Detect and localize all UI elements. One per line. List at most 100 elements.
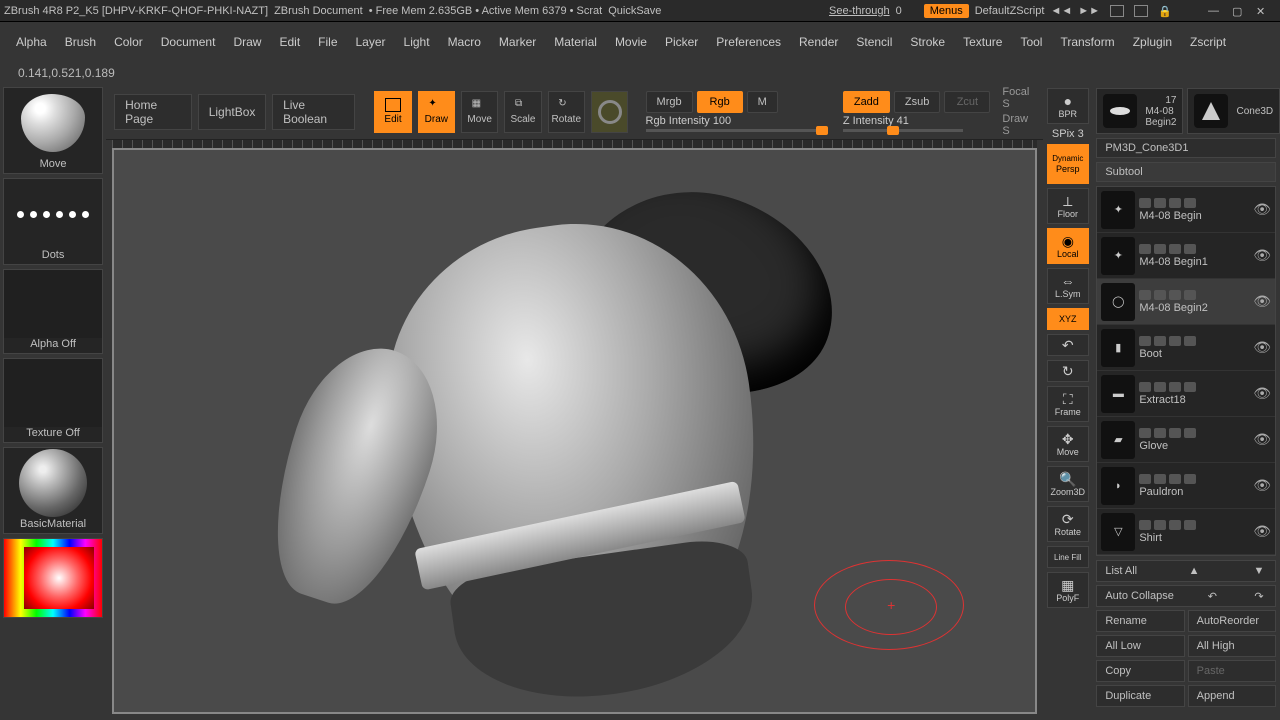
menu-material[interactable]: Material	[554, 32, 597, 52]
lsym-button[interactable]: ⇔L.Sym	[1047, 268, 1089, 304]
tool-slot-2[interactable]: Cone3D	[1187, 88, 1280, 134]
subtool-row[interactable]: ◗Pauldron👁	[1097, 463, 1275, 509]
eye-icon[interactable]: 👁	[1253, 523, 1271, 540]
subtool-mode-icons[interactable]	[1139, 336, 1249, 346]
layout-icon[interactable]	[1110, 5, 1124, 17]
append-button[interactable]: Append	[1188, 685, 1276, 707]
quicksave-button[interactable]: QuickSave	[608, 5, 661, 17]
menu-light[interactable]: Light	[404, 32, 430, 52]
menu-document[interactable]: Document	[161, 32, 216, 52]
subtool-mode-icons[interactable]	[1139, 382, 1249, 392]
redo-icon[interactable]: ↷	[1251, 590, 1267, 603]
duplicate-button[interactable]: Duplicate	[1096, 685, 1184, 707]
move-view-button[interactable]: ✥Move	[1047, 426, 1089, 462]
subtool-mode-icons[interactable]	[1139, 428, 1249, 438]
nav-next-icon[interactable]: ►►	[1078, 5, 1100, 17]
zadd-button[interactable]: Zadd	[843, 91, 890, 113]
layout2-icon[interactable]	[1134, 5, 1148, 17]
edit-mode-button[interactable]: Edit	[374, 91, 411, 133]
eye-icon[interactable]: 👁	[1253, 247, 1271, 264]
subtool-row[interactable]: ◯M4-08 Begin2👁	[1097, 279, 1275, 325]
all-low-button[interactable]: All Low	[1096, 635, 1184, 657]
seethrough-value[interactable]: 0	[896, 5, 902, 17]
spix-label[interactable]: SPix 3	[1052, 128, 1084, 140]
material-preview[interactable]: BasicMaterial	[3, 447, 103, 534]
floor-button[interactable]: ⟂Floor	[1047, 188, 1089, 224]
nav-prev-icon[interactable]: ◄◄	[1050, 5, 1072, 17]
subtool-mode-icons[interactable]	[1139, 198, 1249, 208]
gizmo-button[interactable]	[591, 91, 628, 133]
eye-icon[interactable]: 👁	[1253, 201, 1271, 218]
auto-collapse-button[interactable]: Auto Collapse↶↷	[1096, 585, 1276, 607]
eye-icon[interactable]: 👁	[1253, 339, 1271, 356]
stroke-preview[interactable]: Dots	[3, 178, 103, 265]
subtool-row[interactable]: ▽Shirt👁	[1097, 509, 1275, 555]
copy-button[interactable]: Copy	[1096, 660, 1184, 682]
menu-preferences[interactable]: Preferences	[716, 32, 781, 52]
autoreorder-button[interactable]: AutoReorder	[1188, 610, 1276, 632]
eye-icon[interactable]: 👁	[1253, 385, 1271, 402]
menu-brush[interactable]: Brush	[65, 32, 96, 52]
draw-size-label[interactable]: Draw S	[1002, 113, 1035, 137]
tool-slot-1[interactable]: 17M4-08 Begin2	[1096, 88, 1183, 134]
maximize-icon[interactable]: ▢	[1232, 5, 1246, 17]
menu-edit[interactable]: Edit	[279, 32, 300, 52]
z-intensity-slider[interactable]	[843, 129, 963, 132]
move-mode-button[interactable]: ▦Move	[461, 91, 498, 133]
menu-layer[interactable]: Layer	[356, 32, 386, 52]
timeline-ruler[interactable]	[112, 140, 1037, 148]
lightbox-button[interactable]: LightBox	[198, 94, 266, 130]
draw-mode-button[interactable]: ✦Draw	[418, 91, 455, 133]
menu-movie[interactable]: Movie	[615, 32, 647, 52]
menu-picker[interactable]: Picker	[665, 32, 698, 52]
menu-texture[interactable]: Texture	[963, 32, 1002, 52]
eye-icon[interactable]: 👁	[1253, 431, 1271, 448]
rgb-button[interactable]: Rgb	[697, 91, 743, 113]
undo-icon[interactable]: ↶	[1204, 590, 1220, 603]
subtool-mode-icons[interactable]	[1139, 520, 1249, 530]
texture-preview[interactable]: Texture Off	[3, 358, 103, 443]
persp-button[interactable]: DynamicPersp	[1047, 144, 1089, 184]
lock-icon[interactable]: 🔒	[1158, 5, 1172, 17]
viewport[interactable]	[112, 148, 1037, 714]
rename-button[interactable]: Rename	[1096, 610, 1184, 632]
rgb-intensity-slider[interactable]	[646, 129, 826, 132]
zoom3d-button[interactable]: 🔍Zoom3D	[1047, 466, 1089, 502]
zsub-button[interactable]: Zsub	[894, 91, 940, 113]
menu-transform[interactable]: Transform	[1060, 32, 1114, 52]
linefill-button[interactable]: Line Fill	[1047, 546, 1089, 568]
menu-color[interactable]: Color	[114, 32, 143, 52]
subtool-mode-icons[interactable]	[1139, 290, 1249, 300]
arrow-down-icon[interactable]: ▼	[1251, 565, 1267, 577]
mrgb-button[interactable]: Mrgb	[646, 91, 693, 113]
frame-button[interactable]: ⛶Frame	[1047, 386, 1089, 422]
focal-shift-label[interactable]: Focal S	[1002, 86, 1035, 110]
rotate-view-button[interactable]: ⟳Rotate	[1047, 506, 1089, 542]
alpha-preview[interactable]: Alpha Off	[3, 269, 103, 354]
menu-stencil[interactable]: Stencil	[856, 32, 892, 52]
local-button[interactable]: ◉Local	[1047, 228, 1089, 264]
eye-icon[interactable]: 👁	[1253, 477, 1271, 494]
subtool-row[interactable]: ▬Extract18👁	[1097, 371, 1275, 417]
menu-macro[interactable]: Macro	[448, 32, 481, 52]
menu-render[interactable]: Render	[799, 32, 838, 52]
menu-zplugin[interactable]: Zplugin	[1133, 32, 1172, 52]
menu-tool[interactable]: Tool	[1020, 32, 1042, 52]
minimize-icon[interactable]: —	[1208, 5, 1222, 17]
menu-draw[interactable]: Draw	[233, 32, 261, 52]
eye-icon[interactable]: 👁	[1253, 293, 1271, 310]
brush-preview[interactable]: Move	[3, 87, 103, 174]
subtool-row[interactable]: ▰Glove👁	[1097, 417, 1275, 463]
zscript-label[interactable]: DefaultZScript	[975, 5, 1045, 17]
menu-marker[interactable]: Marker	[499, 32, 536, 52]
all-high-button[interactable]: All High	[1188, 635, 1276, 657]
close-icon[interactable]: ✕	[1256, 5, 1270, 17]
menu-alpha[interactable]: Alpha	[16, 32, 47, 52]
polyf-button[interactable]: ▦PolyF	[1047, 572, 1089, 608]
color-picker[interactable]	[3, 538, 103, 618]
subtool-row[interactable]: ✦M4-08 Begin1👁	[1097, 233, 1275, 279]
subtool-mode-icons[interactable]	[1139, 244, 1249, 254]
scale-mode-button[interactable]: ⧉Scale	[504, 91, 541, 133]
undo-icon[interactable]: ↶	[1047, 334, 1089, 356]
paste-button[interactable]: Paste	[1188, 660, 1276, 682]
